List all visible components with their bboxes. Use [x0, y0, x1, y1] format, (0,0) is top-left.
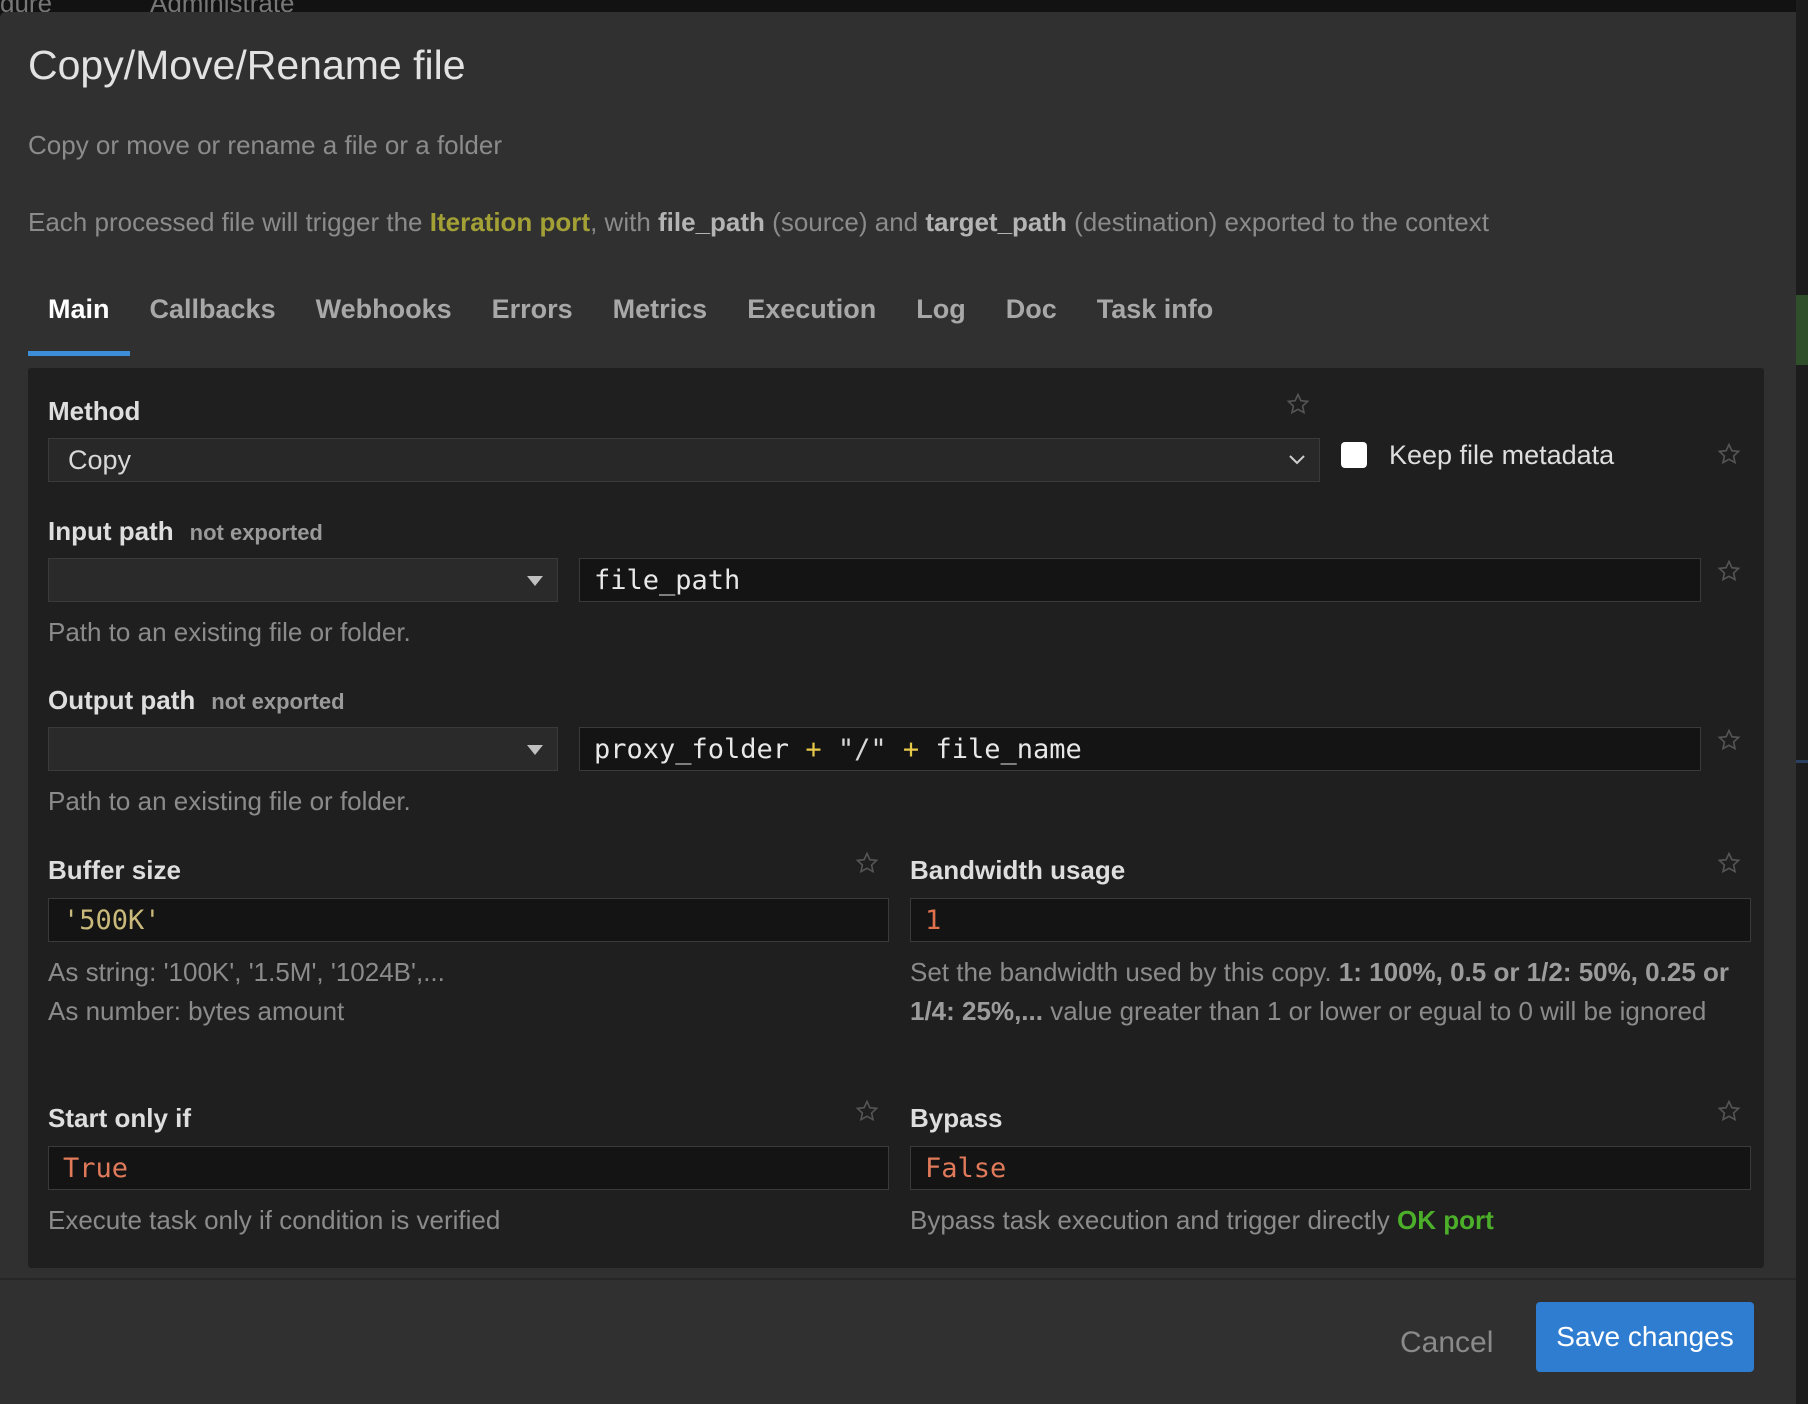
tab-main[interactable]: Main — [28, 280, 130, 356]
footer-divider — [0, 1278, 1796, 1280]
file-path-var: file_path — [658, 207, 765, 237]
caret-down-icon — [527, 576, 543, 586]
input-path-expression-input[interactable]: file_path — [579, 558, 1701, 602]
cancel-button[interactable]: Cancel — [1380, 1318, 1513, 1368]
ok-port-label: OK port — [1397, 1205, 1494, 1235]
input-path-help: Path to an existing file or folder. — [48, 617, 411, 647]
dialog-description: Each processed file will trigger the Ite… — [28, 207, 1489, 238]
favorite-star-icon[interactable] — [1717, 851, 1741, 875]
save-changes-button[interactable]: Save changes — [1536, 1302, 1754, 1372]
tab-doc[interactable]: Doc — [986, 280, 1077, 356]
buffer-size-label: Buffer size — [48, 855, 181, 885]
description-text: Each processed file will trigger the — [28, 207, 430, 237]
tab-task-info[interactable]: Task info — [1077, 280, 1234, 356]
buffer-size-help-line: As number: bytes amount — [48, 996, 345, 1026]
input-path-label-text: Input path — [48, 516, 174, 546]
background-page-edge — [1796, 0, 1808, 1404]
chevron-down-icon — [1289, 455, 1305, 465]
bypass-label: Bypass — [910, 1103, 1003, 1133]
favorite-star-icon[interactable] — [1286, 392, 1310, 416]
start-only-if-value: True — [63, 1153, 129, 1184]
copy-move-rename-dialog: Copy/Move/Rename file Copy or move or re… — [0, 12, 1796, 1404]
tab-callbacks[interactable]: Callbacks — [130, 280, 296, 356]
expression-operator: + — [805, 734, 822, 765]
background-nav-item: Administrate — [150, 0, 295, 12]
input-path-note: not exported — [189, 520, 323, 545]
start-only-if-input[interactable]: True — [48, 1146, 889, 1190]
start-only-if-help: Execute task only if condition is verifi… — [48, 1205, 501, 1235]
bypass-help: Bypass task execution and trigger direct… — [910, 1201, 1494, 1240]
expression-string: "/" — [837, 734, 887, 765]
target-path-var: target_path — [925, 207, 1067, 237]
bandwidth-help-text: Set the bandwidth used by this copy. — [910, 957, 1339, 987]
method-label: Method — [48, 396, 141, 426]
bandwidth-usage-value: 1 — [925, 905, 942, 936]
buffer-size-input[interactable]: '500K' — [48, 898, 889, 942]
favorite-star-icon[interactable] — [1717, 559, 1741, 583]
method-selected-value: Copy — [68, 445, 132, 475]
start-only-if-label: Start only if — [48, 1103, 192, 1133]
tab-execution[interactable]: Execution — [727, 280, 896, 356]
tab-log[interactable]: Log — [896, 280, 985, 356]
background-nav-item: gure — [0, 0, 52, 12]
tab-errors[interactable]: Errors — [472, 280, 593, 356]
favorite-star-icon[interactable] — [1717, 442, 1741, 466]
buffer-size-value: '500K' — [63, 905, 161, 936]
method-select[interactable]: Copy — [48, 438, 1320, 482]
output-path-note: not exported — [211, 689, 345, 714]
favorite-star-icon[interactable] — [855, 851, 879, 875]
caret-down-icon — [527, 745, 543, 755]
description-text: (destination) exported to the context — [1066, 207, 1489, 237]
bandwidth-help-text: value greater than 1 or lower or egual t… — [1042, 996, 1707, 1026]
keep-metadata-checkbox[interactable] — [1341, 442, 1367, 468]
expression-token: proxy_folder — [594, 734, 790, 765]
description-text: (source) and — [764, 207, 926, 237]
input-path-label: Input path not exported — [48, 516, 323, 547]
favorite-star-icon[interactable] — [1717, 1099, 1741, 1123]
buffer-size-help: As string: '100K', '1.5M', '1024B',... A… — [48, 953, 889, 1031]
background-highlight — [1796, 760, 1808, 763]
output-path-source-dropdown[interactable] — [48, 727, 558, 771]
expression-token: file_name — [935, 734, 1082, 765]
input-path-expression: file_path — [594, 565, 741, 596]
bypass-value: False — [925, 1153, 1007, 1184]
bypass-help-text: Bypass task execution and trigger direct… — [910, 1205, 1398, 1235]
iteration-port-label: Iteration port — [429, 207, 591, 237]
bandwidth-usage-input[interactable]: 1 — [910, 898, 1751, 942]
input-path-source-dropdown[interactable] — [48, 558, 558, 602]
favorite-star-icon[interactable] — [855, 1099, 879, 1123]
tab-metrics[interactable]: Metrics — [593, 280, 728, 356]
dialog-title: Copy/Move/Rename file — [28, 42, 466, 88]
output-path-label-text: Output path — [48, 685, 196, 715]
expression-operator: + — [902, 734, 920, 765]
tab-webhooks[interactable]: Webhooks — [296, 280, 472, 356]
keep-metadata-label: Keep file metadata — [1389, 440, 1615, 470]
output-path-label: Output path not exported — [48, 685, 345, 716]
bandwidth-usage-label: Bandwidth usage — [910, 855, 1126, 885]
description-text: , with — [590, 207, 659, 237]
background-navbar: gure Administrate — [0, 0, 1808, 12]
output-path-expression-input[interactable]: proxy_folder + "/" + file_name — [579, 727, 1701, 771]
bypass-input[interactable]: False — [910, 1146, 1751, 1190]
tab-bar: Main Callbacks Webhooks Errors Metrics E… — [28, 280, 1233, 356]
buffer-size-help-line: As string: '100K', '1.5M', '1024B',... — [48, 957, 445, 987]
dialog-subtitle: Copy or move or rename a file or a folde… — [28, 130, 502, 160]
favorite-star-icon[interactable] — [1717, 728, 1741, 752]
bandwidth-usage-help: Set the bandwidth used by this copy. 1: … — [910, 953, 1751, 1031]
output-path-help: Path to an existing file or folder. — [48, 786, 411, 816]
background-highlight — [1796, 295, 1808, 365]
